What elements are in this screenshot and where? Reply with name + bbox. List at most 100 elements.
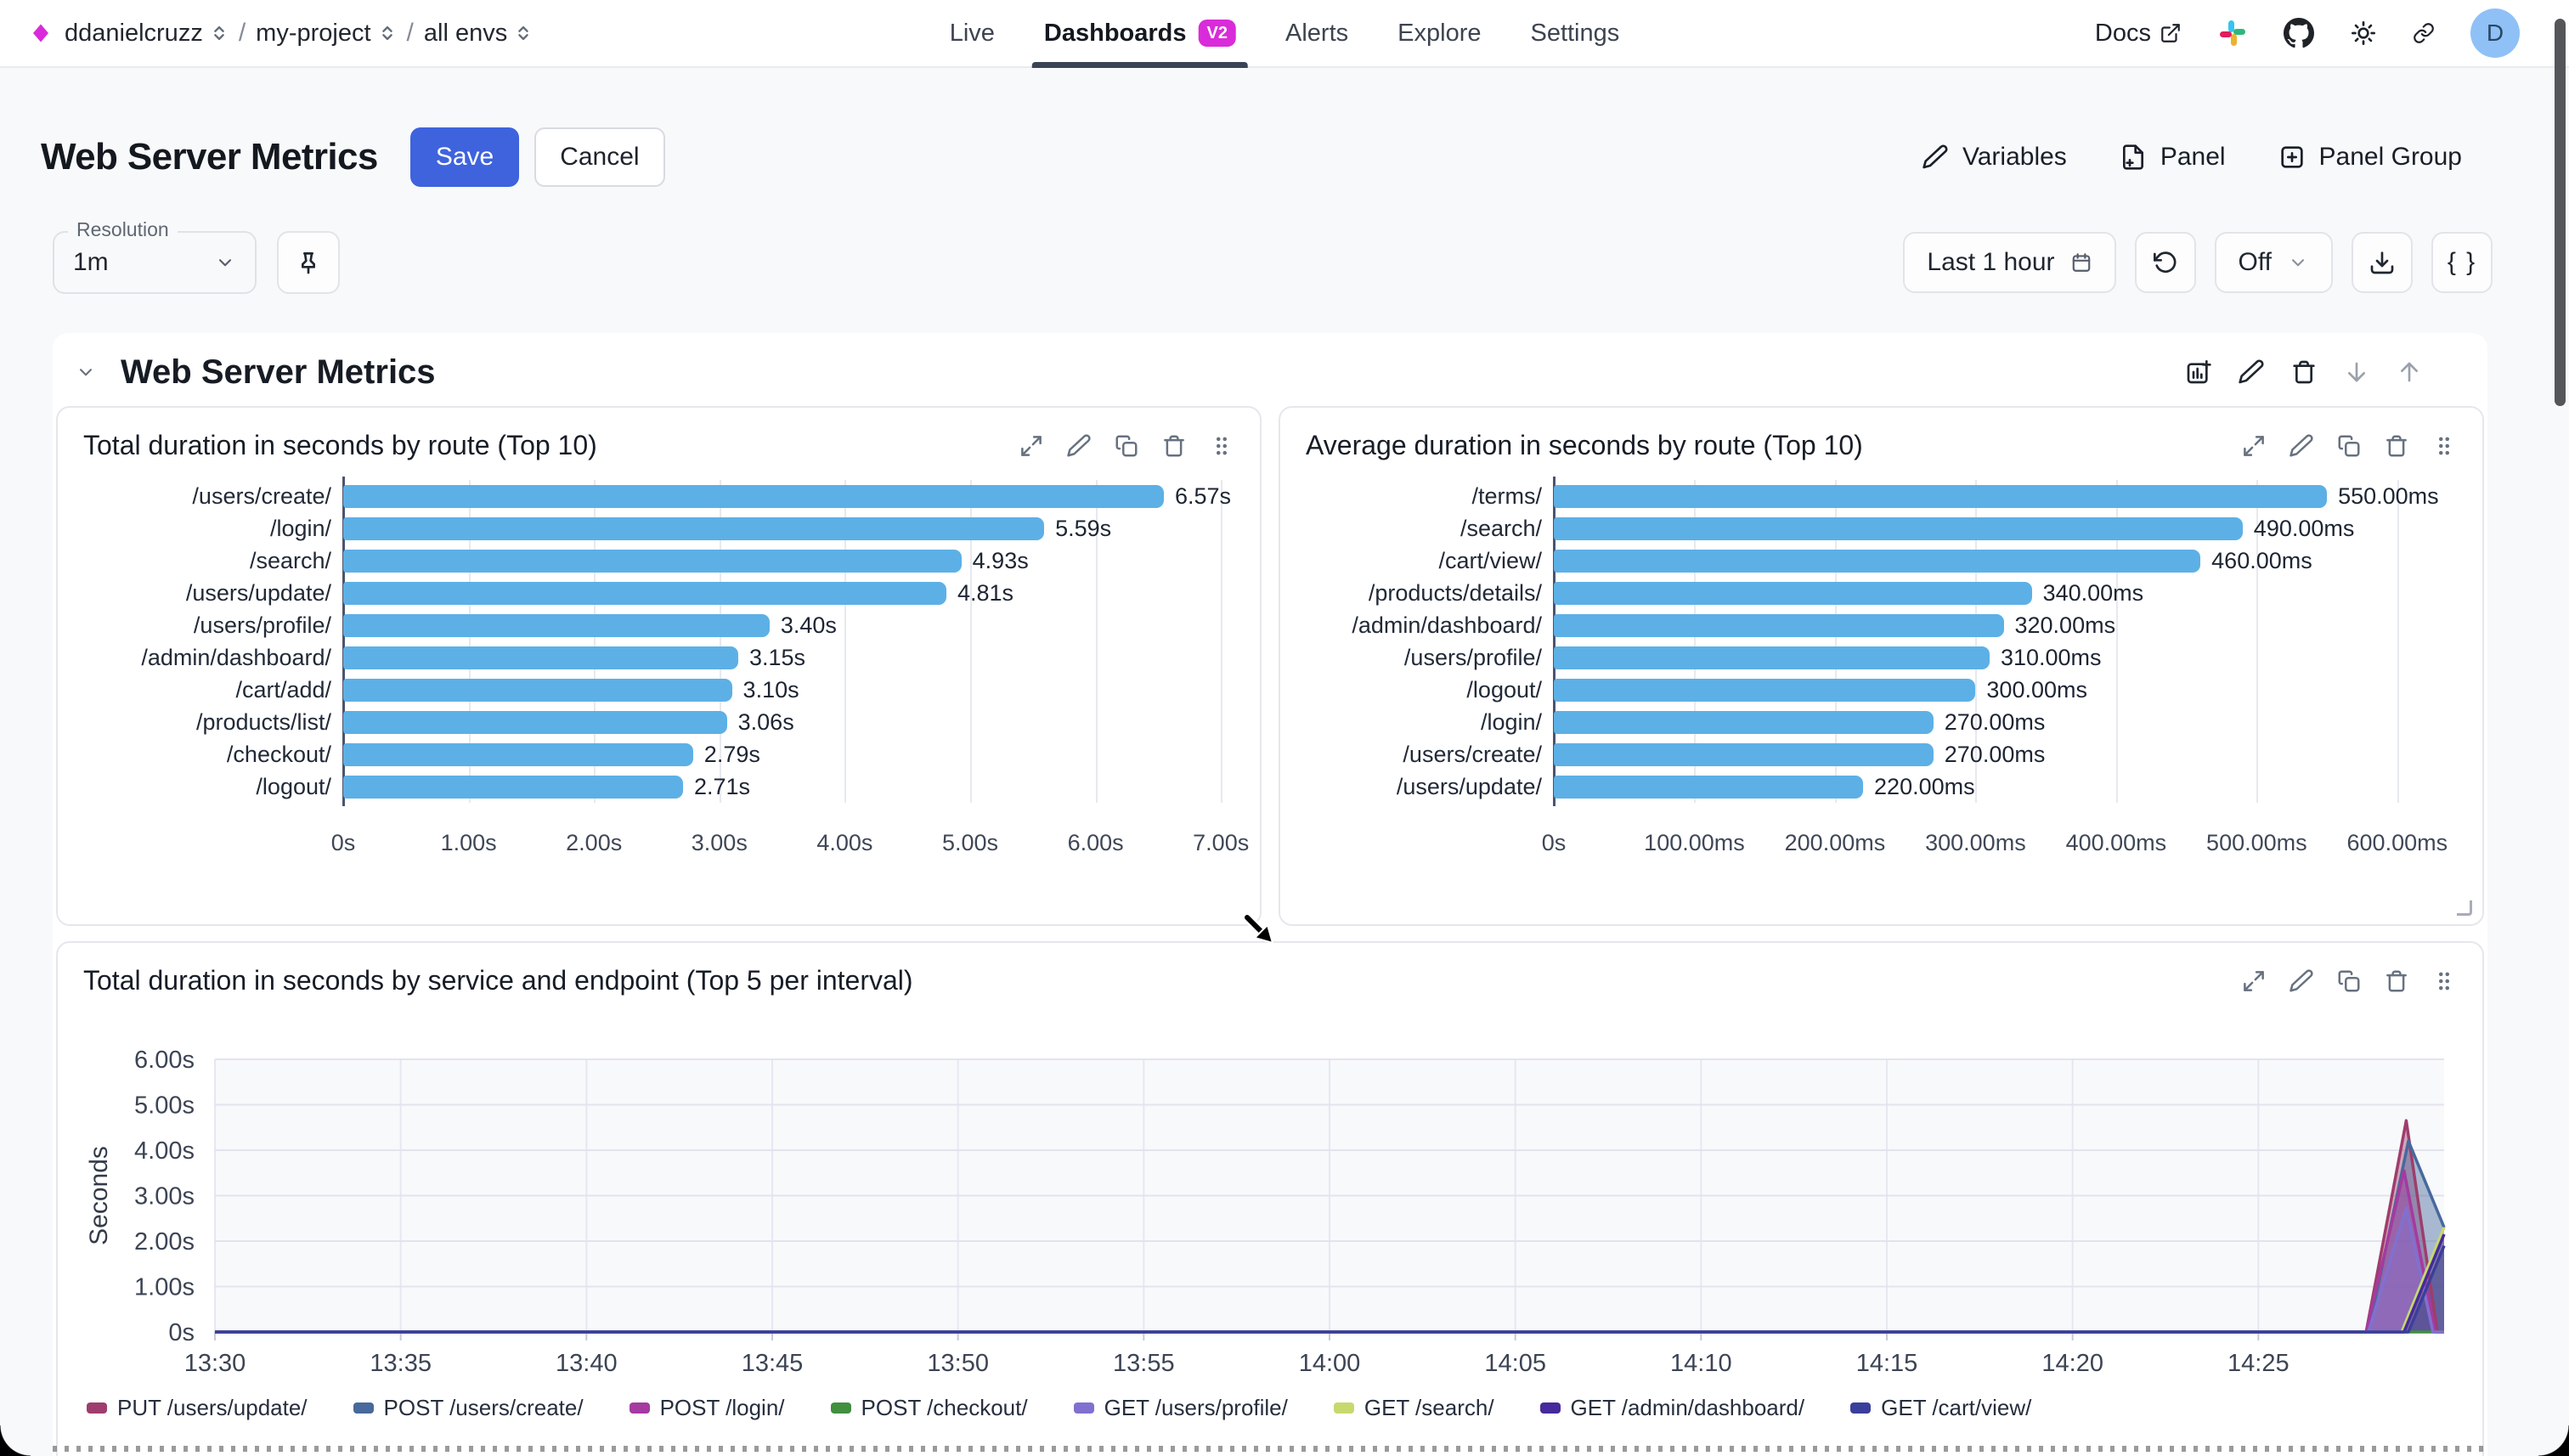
docs-link[interactable]: Docs bbox=[2095, 20, 2182, 48]
tab-live[interactable]: Live bbox=[950, 0, 995, 66]
trash-icon[interactable] bbox=[2384, 433, 2409, 459]
trash-icon[interactable] bbox=[1161, 433, 1187, 459]
bar-category-label: /search/ bbox=[71, 548, 343, 574]
x-tick-label: 0s bbox=[1542, 830, 1567, 856]
legend-item[interactable]: GET /search/ bbox=[1334, 1395, 1494, 1421]
bar[interactable] bbox=[343, 646, 738, 669]
legend-item[interactable]: PUT /users/update/ bbox=[87, 1395, 308, 1421]
bar[interactable] bbox=[1554, 582, 2032, 605]
drag-handle-icon[interactable] bbox=[2431, 433, 2457, 459]
arrow-up-icon[interactable] bbox=[2396, 358, 2423, 386]
arrow-down-icon[interactable] bbox=[2343, 358, 2370, 386]
bar-row: /admin/dashboard/ 320.00ms bbox=[1294, 609, 2453, 641]
bar[interactable] bbox=[343, 776, 683, 799]
bar-track: 300.00ms bbox=[1554, 674, 2453, 706]
pencil-icon[interactable] bbox=[2289, 968, 2314, 994]
copy-icon[interactable] bbox=[1114, 433, 1139, 459]
breadcrumb-item[interactable]: my-project bbox=[256, 20, 396, 48]
panel-group-button[interactable]: Panel Group bbox=[2278, 143, 2462, 172]
trash-icon[interactable] bbox=[2290, 358, 2318, 386]
collapse-chevron-icon[interactable] bbox=[75, 361, 97, 383]
legend-item[interactable]: POST /login/ bbox=[630, 1395, 785, 1421]
save-button[interactable]: Save bbox=[410, 127, 519, 187]
brand-diamond-logo[interactable] bbox=[31, 20, 51, 46]
pencil-icon[interactable] bbox=[2289, 433, 2314, 459]
expand-icon[interactable] bbox=[2241, 433, 2267, 459]
expand-icon[interactable] bbox=[1019, 433, 1044, 459]
resolution-select[interactable]: Resolution 1m bbox=[53, 231, 257, 294]
bar[interactable] bbox=[343, 517, 1044, 540]
legend-swatch bbox=[353, 1402, 374, 1414]
bar-row: /admin/dashboard/ 3.15s bbox=[71, 641, 1231, 674]
drag-handle-icon[interactable] bbox=[2431, 968, 2457, 994]
bar[interactable] bbox=[343, 582, 946, 605]
vertical-scrollbar[interactable] bbox=[2555, 19, 2566, 406]
bar-row: /logout/ 2.71s bbox=[71, 770, 1231, 803]
bar-category-label: /users/create/ bbox=[1294, 742, 1554, 768]
legend-item[interactable]: GET /admin/dashboard/ bbox=[1540, 1395, 1805, 1421]
bar[interactable] bbox=[343, 743, 693, 766]
panel-group-actions bbox=[2185, 358, 2423, 386]
bar[interactable] bbox=[1554, 485, 2327, 508]
github-icon[interactable] bbox=[2284, 18, 2314, 48]
row-resize-dots[interactable] bbox=[53, 1446, 2487, 1452]
bar[interactable] bbox=[343, 485, 1164, 508]
expand-icon[interactable] bbox=[2241, 968, 2267, 994]
legend-label: POST /login/ bbox=[660, 1395, 785, 1421]
copy-icon[interactable] bbox=[2336, 433, 2362, 459]
bar[interactable] bbox=[1554, 776, 1863, 799]
screen-corner bbox=[0, 1425, 31, 1456]
tab-alerts[interactable]: Alerts bbox=[1285, 0, 1348, 66]
bar[interactable] bbox=[1554, 517, 2243, 540]
tab-settings[interactable]: Settings bbox=[1530, 0, 1619, 66]
refresh-button[interactable] bbox=[2135, 232, 2196, 293]
breadcrumb-item[interactable]: ddanielcruzz bbox=[65, 20, 229, 48]
json-view-button[interactable]: { } bbox=[2431, 232, 2493, 293]
copy-icon[interactable] bbox=[2336, 968, 2362, 994]
tab-dashboards[interactable]: DashboardsV2 bbox=[1044, 0, 1236, 66]
trash-icon[interactable] bbox=[2384, 968, 2409, 994]
auto-refresh-select[interactable]: Off bbox=[2215, 232, 2333, 293]
drag-handle-icon[interactable] bbox=[1209, 433, 1234, 459]
legend-item[interactable]: GET /users/profile/ bbox=[1074, 1395, 1288, 1421]
link-icon[interactable] bbox=[2413, 22, 2435, 44]
bar[interactable] bbox=[1554, 743, 1934, 766]
time-range-button[interactable]: Last 1 hour bbox=[1903, 232, 2115, 293]
bar[interactable] bbox=[343, 679, 732, 702]
bar[interactable] bbox=[1554, 679, 1975, 702]
time-series-chart[interactable]: 6.00s5.00s4.00s3.00s2.00s1.00s0sSeconds1… bbox=[58, 1002, 2482, 1390]
legend-item[interactable]: POST /users/create/ bbox=[353, 1395, 584, 1421]
pin-button[interactable] bbox=[277, 231, 340, 294]
legend-item[interactable]: GET /cart/view/ bbox=[1850, 1395, 2031, 1421]
bar[interactable] bbox=[1554, 711, 1934, 734]
pencil-icon[interactable] bbox=[2238, 358, 2265, 386]
bar-track: 270.00ms bbox=[1554, 706, 2453, 738]
bar[interactable] bbox=[1554, 646, 1990, 669]
tab-explore[interactable]: Explore bbox=[1397, 0, 1481, 66]
bar[interactable] bbox=[343, 614, 770, 637]
bar[interactable] bbox=[343, 711, 727, 734]
legend-item[interactable]: POST /checkout/ bbox=[831, 1395, 1028, 1421]
pencil-icon[interactable] bbox=[1066, 433, 1092, 459]
cancel-button[interactable]: Cancel bbox=[534, 127, 664, 187]
bar-value-label: 320.00ms bbox=[2015, 612, 2116, 639]
export-button[interactable] bbox=[2352, 232, 2413, 293]
panel-button[interactable]: Panel bbox=[2120, 143, 2226, 172]
avatar[interactable]: D bbox=[2470, 8, 2520, 58]
header-actions: Variables Panel Panel Group bbox=[1922, 143, 2462, 172]
bar-category-label: /admin/dashboard/ bbox=[1294, 612, 1554, 639]
panel-group-header: Web Server Metrics bbox=[53, 333, 2487, 406]
bar[interactable] bbox=[343, 550, 962, 573]
bar[interactable] bbox=[1554, 550, 2200, 573]
variables-button[interactable]: Variables bbox=[1922, 143, 2067, 172]
chart-add-icon[interactable] bbox=[2185, 358, 2212, 386]
breadcrumb-item[interactable]: all envs bbox=[424, 20, 533, 48]
bar[interactable] bbox=[1554, 614, 2004, 637]
panel-resize-handle[interactable] bbox=[2457, 900, 2472, 916]
panels-row: Total duration in seconds by route (Top … bbox=[53, 406, 2487, 926]
slack-icon[interactable] bbox=[2217, 18, 2248, 48]
svg-text:14:00: 14:00 bbox=[1299, 1350, 1361, 1377]
bar-row: /users/create/ 270.00ms bbox=[1294, 738, 2453, 770]
bar-row: /users/update/ 220.00ms bbox=[1294, 770, 2453, 803]
brightness-icon[interactable] bbox=[2350, 20, 2377, 47]
